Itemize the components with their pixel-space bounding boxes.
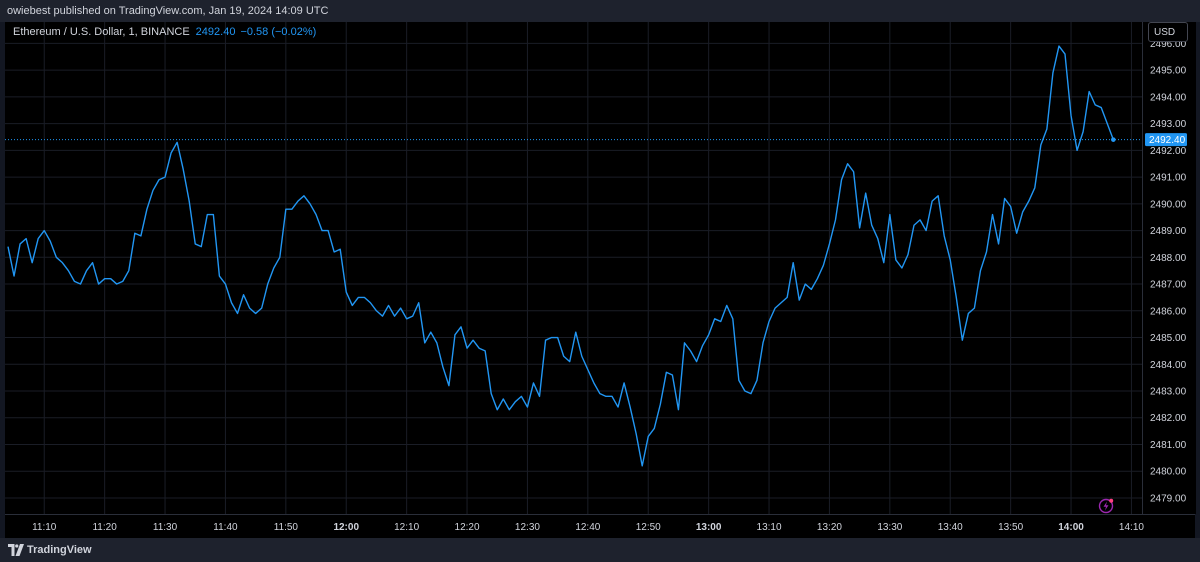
tradingview-snapshot: owiebest published on TradingView.com, J…	[0, 0, 1200, 562]
publish-info-bar: owiebest published on TradingView.com, J…	[0, 0, 1200, 22]
currency-button[interactable]: USD	[1148, 22, 1188, 42]
price-axis[interactable]	[1142, 22, 1196, 514]
tradingview-logo-icon	[8, 544, 24, 556]
brand-name: TradingView	[27, 544, 92, 556]
currency-label: USD	[1154, 27, 1176, 38]
legend-change: −0.58 (−0.02%)	[240, 26, 317, 38]
time-axis[interactable]	[5, 514, 1195, 538]
publish-info-text: owiebest published on TradingView.com, J…	[7, 5, 329, 17]
brand[interactable]: TradingView	[8, 542, 92, 558]
chart-pane[interactable]	[5, 22, 1142, 514]
legend-price: 2492.40	[195, 26, 236, 38]
footer-bar	[0, 538, 1200, 562]
lightning-icon[interactable]	[1098, 498, 1114, 514]
symbol-legend[interactable]: Ethereum / U.S. Dollar, 1, BINANCE 2492.4…	[13, 26, 316, 38]
symbol-title: Ethereum / U.S. Dollar, 1, BINANCE	[13, 26, 190, 38]
